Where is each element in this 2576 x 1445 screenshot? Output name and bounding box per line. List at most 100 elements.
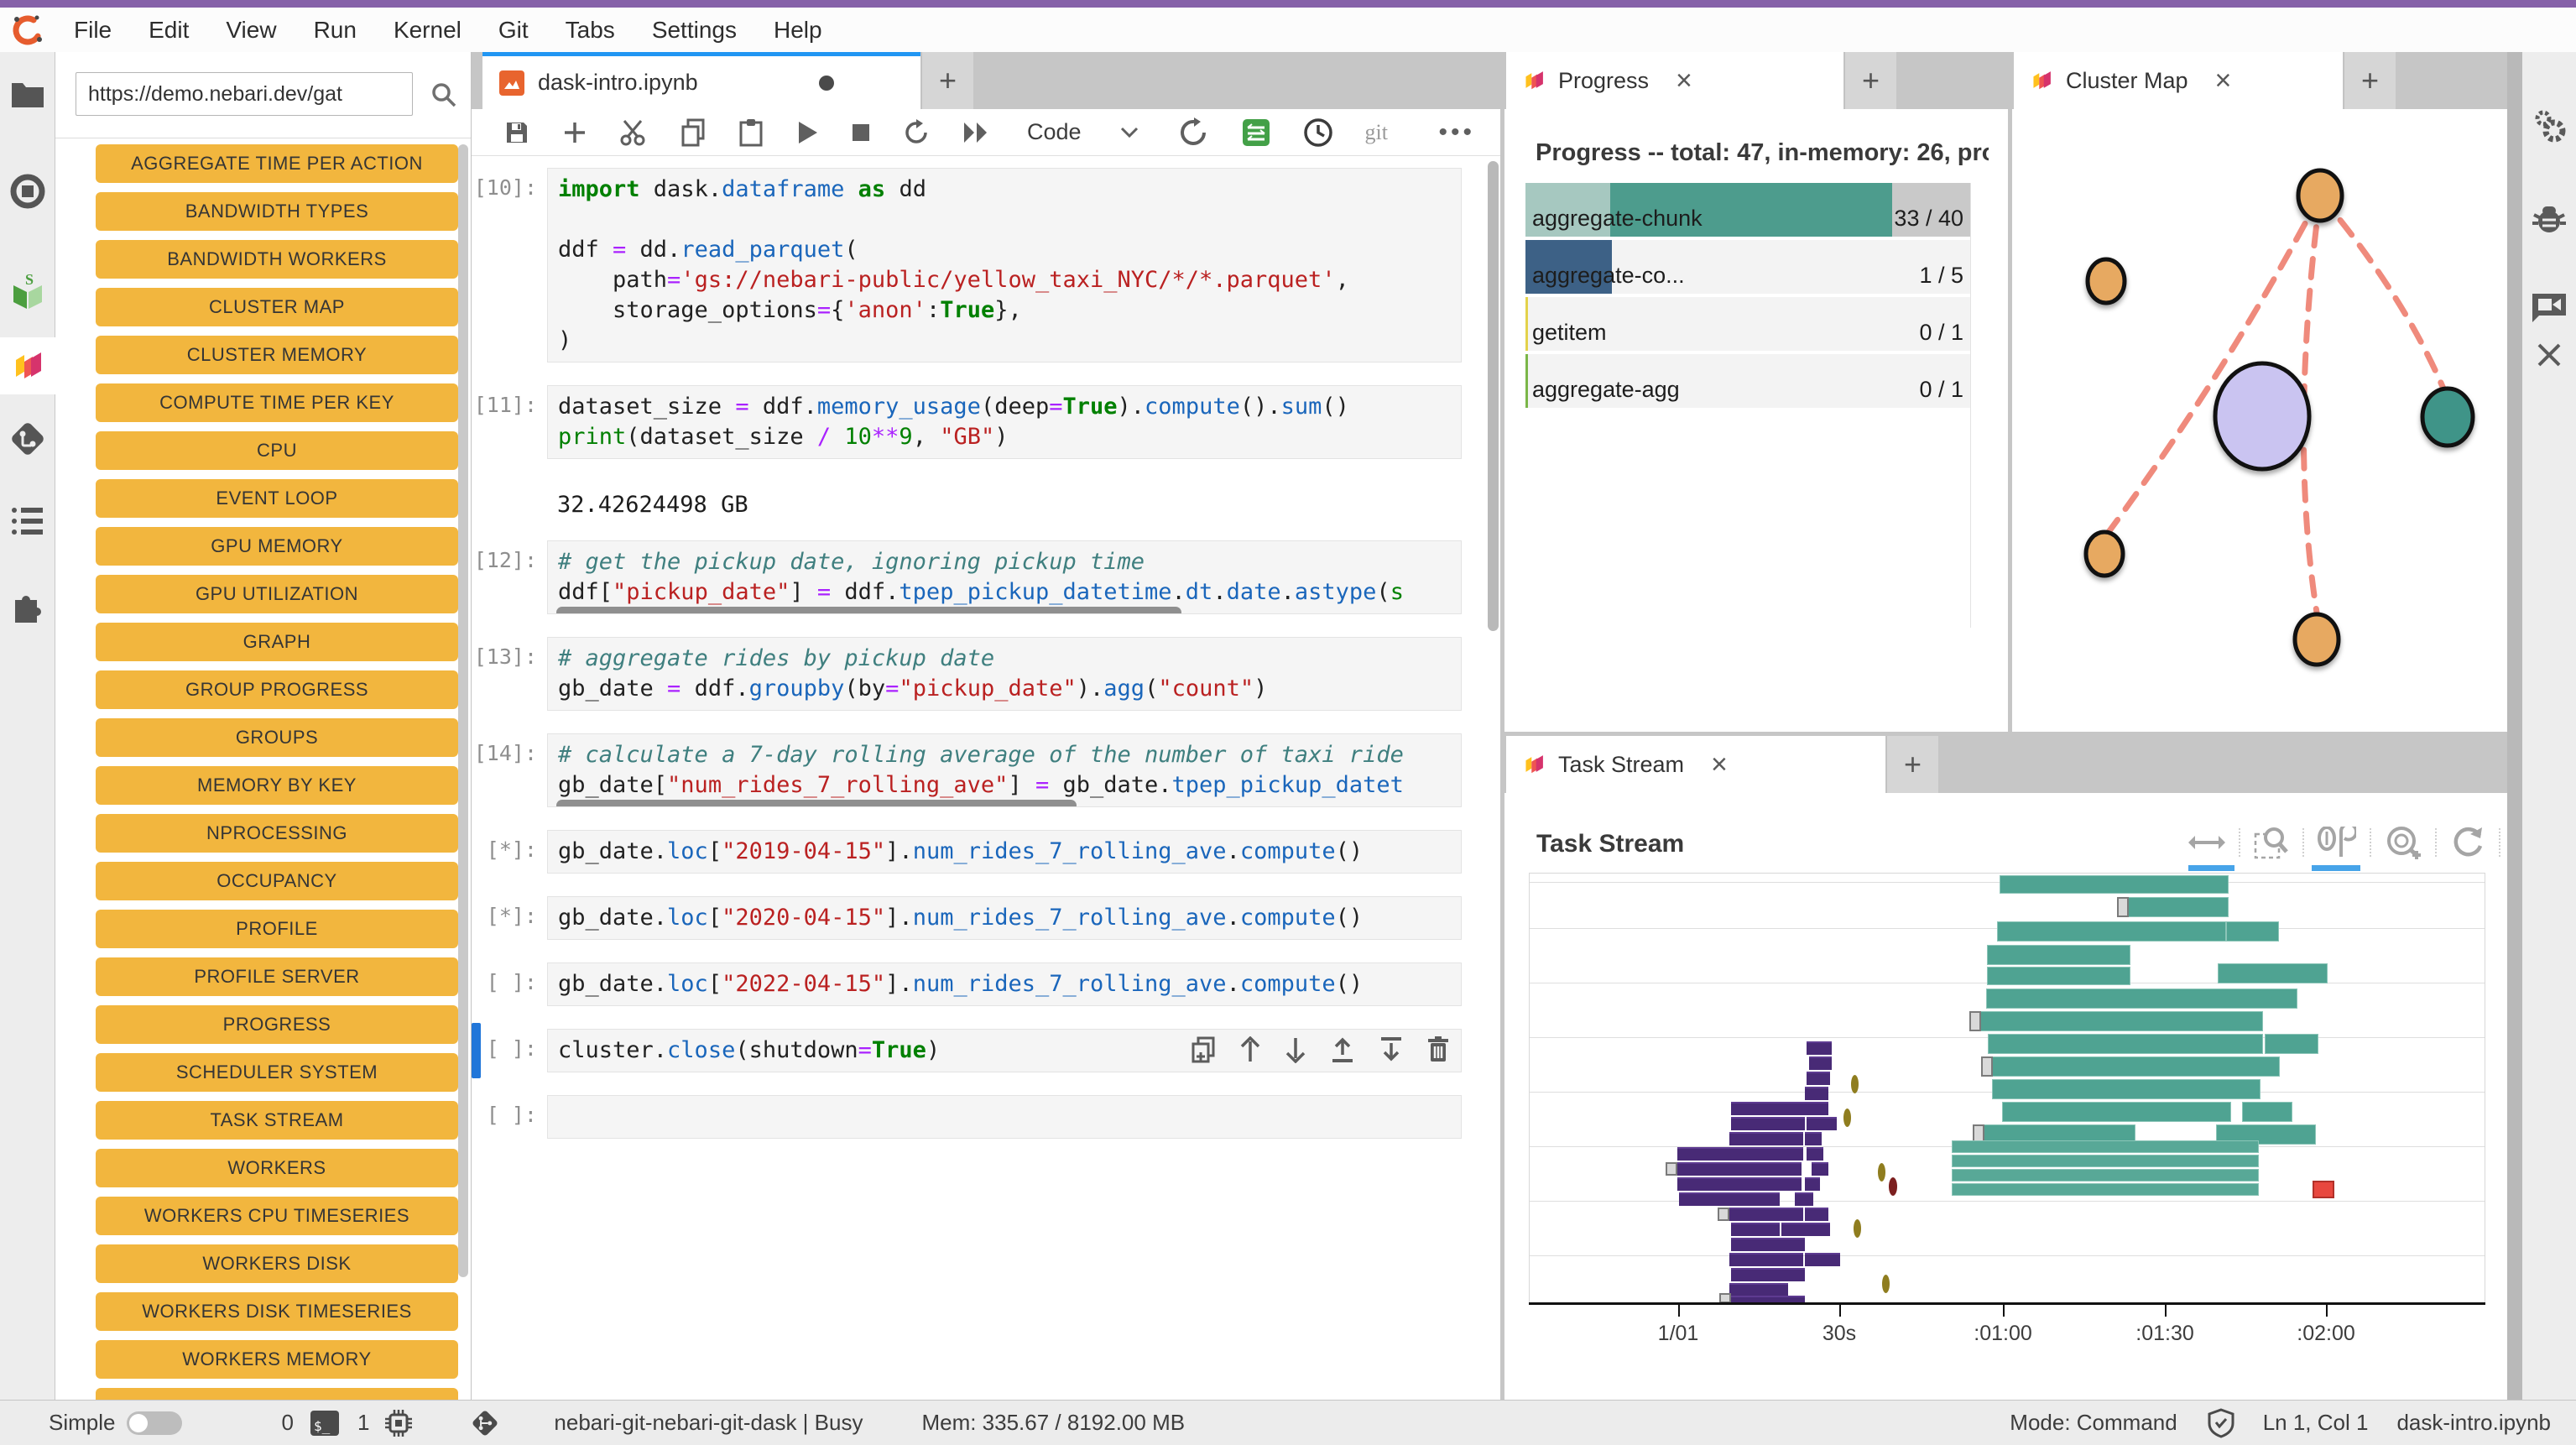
dask-btn-gpu-memory[interactable]: GPU MEMORY xyxy=(96,527,458,566)
menu-kernel[interactable]: Kernel xyxy=(375,8,480,52)
dask-btn-cluster-memory[interactable]: CLUSTER MEMORY xyxy=(96,336,458,374)
close-icon[interactable]: × xyxy=(1676,66,1692,95)
git-branch-icon[interactable] xyxy=(470,1408,500,1438)
dask-btn-occupancy[interactable]: OCCUPANCY xyxy=(96,862,458,900)
dask-btn-cpu[interactable]: CPU xyxy=(96,431,458,470)
menu-file[interactable]: File xyxy=(55,8,130,52)
close-icon[interactable] xyxy=(2522,327,2576,383)
cell-6[interactable]: [*]:gb_date.loc["2020-04-15"].num_rides_… xyxy=(473,896,1462,940)
new-tab-button[interactable]: + xyxy=(2344,52,2396,109)
dask-btn-workers-cpu-timeseries[interactable]: WORKERS CPU TIMESERIES xyxy=(96,1197,458,1235)
dask-btn-group-progress[interactable]: GROUP PROGRESS xyxy=(96,670,458,709)
history-clock-icon[interactable] xyxy=(1303,117,1333,148)
box-zoom-tool-icon[interactable] xyxy=(2254,826,2289,859)
dask-btn-cluster-map[interactable]: CLUSTER MAP xyxy=(96,288,458,326)
close-icon[interactable]: × xyxy=(1711,750,1728,779)
menu-help[interactable]: Help xyxy=(755,8,841,52)
cell-3[interactable]: [13]:# aggregate rides by pickup dategb_… xyxy=(473,637,1462,711)
cell-editor[interactable]: gb_date.loc["2020-04-15"].num_rides_7_ro… xyxy=(547,896,1462,940)
dask-btn-aggregate-time-per-action[interactable]: AGGREGATE TIME PER ACTION xyxy=(96,144,458,183)
sidebar-scrollbar[interactable] xyxy=(458,144,468,1277)
task-stream-plot[interactable] xyxy=(1529,873,2485,1302)
restart-kernel-icon[interactable] xyxy=(903,119,930,146)
dask-btn-compute-time-per-key[interactable]: COMPUTE TIME PER KEY xyxy=(96,383,458,422)
kernel-session-status[interactable]: nebari-git-nebari-git-dask | Busy xyxy=(554,1410,863,1436)
move-down-icon[interactable] xyxy=(1285,1036,1306,1063)
debugger-bug-icon[interactable] xyxy=(2522,190,2576,246)
cell-editor[interactable]: cluster.close(shutdown=True) xyxy=(547,1029,1462,1072)
dask-btn-workers-disk[interactable]: WORKERS DISK xyxy=(96,1244,458,1283)
dashboard-url-input[interactable] xyxy=(76,72,413,116)
toolbar-more-icon[interactable]: ••• xyxy=(1438,118,1475,147)
tab-task-stream[interactable]: Task Stream × xyxy=(1506,736,1885,793)
insert-below-icon[interactable] xyxy=(1379,1036,1404,1063)
property-inspector-icon[interactable] xyxy=(2522,98,2576,154)
running-sessions-icon[interactable] xyxy=(0,164,55,219)
cell-editor[interactable]: # get the pickup date, ignoring pickup t… xyxy=(547,540,1462,614)
copy-cells-icon[interactable] xyxy=(680,118,707,147)
wheel-zoom-tool-icon[interactable] xyxy=(2385,825,2422,860)
dask-btn-workers[interactable]: WORKERS xyxy=(96,1149,458,1187)
file-browser-icon[interactable] xyxy=(0,66,55,122)
dock-scrollbar-gutter[interactable] xyxy=(2507,52,2522,1400)
cluster-node-worker-right[interactable] xyxy=(2422,389,2473,446)
cluster-node-worker-bottom[interactable] xyxy=(2295,614,2339,665)
cluster-node-worker-top[interactable] xyxy=(2298,170,2342,221)
cut-cells-icon[interactable] xyxy=(619,118,648,147)
restart-run-all-icon[interactable] xyxy=(962,121,990,144)
dask-btn-workers-memory[interactable]: WORKERS MEMORY xyxy=(96,1340,458,1379)
menu-edit[interactable]: Edit xyxy=(130,8,207,52)
cell-horizontal-scrollbar[interactable] xyxy=(556,607,1181,614)
new-tab-button[interactable]: + xyxy=(1886,736,1938,793)
command-mode[interactable]: Mode: Command xyxy=(2010,1410,2177,1436)
dask-btn-memory-by-key[interactable]: MEMORY BY KEY xyxy=(96,766,458,805)
kernel-chip-icon[interactable] xyxy=(384,1409,413,1437)
table-of-contents-icon[interactable] xyxy=(0,493,55,549)
terminal-icon[interactable]: $_ xyxy=(310,1411,339,1436)
move-up-icon[interactable] xyxy=(1239,1036,1261,1063)
cell-editor[interactable]: gb_date.loc["2022-04-15"].num_rides_7_ro… xyxy=(547,962,1462,1006)
trust-shield-icon[interactable] xyxy=(2208,1408,2234,1438)
dask-btn-graph[interactable]: GRAPH xyxy=(96,623,458,661)
menu-view[interactable]: View xyxy=(207,8,295,52)
menu-run[interactable]: Run xyxy=(295,8,375,52)
cell-horizontal-scrollbar[interactable] xyxy=(556,800,1077,807)
cell-5[interactable]: [*]:gb_date.loc["2019-04-15"].num_rides_… xyxy=(473,830,1462,874)
cluster-node-scheduler[interactable] xyxy=(2215,363,2309,469)
run-cell-icon[interactable] xyxy=(795,120,819,145)
git-toolbar-label[interactable]: git xyxy=(1365,120,1388,145)
cell-type-select[interactable]: Code xyxy=(1027,119,1139,145)
cell-0[interactable]: [10]:import dask.dataframe as dd ddf = d… xyxy=(473,168,1462,363)
close-icon[interactable]: × xyxy=(2215,66,2232,95)
cluster-node-worker-left-1[interactable] xyxy=(2088,259,2125,303)
cell-editor[interactable]: gb_date.loc["2019-04-15"].num_rides_7_ro… xyxy=(547,830,1462,874)
pan-tool-icon[interactable] xyxy=(2188,832,2225,853)
menu-tabs[interactable]: Tabs xyxy=(547,8,634,52)
cell-2[interactable]: [12]:# get the pickup date, ignoring pic… xyxy=(473,540,1462,614)
cell-editor[interactable]: # calculate a 7-day rolling average of t… xyxy=(547,733,1462,807)
execute-time-toggle-icon[interactable] xyxy=(1241,117,1271,148)
cell-editor[interactable]: dataset_size = ddf.memory_usage(deep=Tru… xyxy=(547,385,1462,459)
menu-settings[interactable]: Settings xyxy=(634,8,755,52)
dask-btn-workers-memory-timeseries[interactable]: WORKERS MEMORY TIMESERIES xyxy=(96,1388,458,1400)
nebari-logo-icon[interactable] xyxy=(0,8,55,52)
dask-btn-nprocessing[interactable]: NPROCESSING xyxy=(96,814,458,853)
dask-btn-gpu-utilization[interactable]: GPU UTILIZATION xyxy=(96,575,458,613)
unsaved-indicator[interactable] xyxy=(819,76,834,91)
menu-git[interactable]: Git xyxy=(480,8,547,52)
dask-btn-bandwidth-workers[interactable]: BANDWIDTH WORKERS xyxy=(96,240,458,279)
tab-dask-intro[interactable]: dask-intro.ipynb xyxy=(482,52,920,109)
dask-btn-bandwidth-types[interactable]: BANDWIDTH TYPES xyxy=(96,192,458,231)
dask-btn-profile[interactable]: PROFILE xyxy=(96,910,458,948)
cell-editor[interactable]: # aggregate rides by pickup dategb_date … xyxy=(547,637,1462,711)
git-sidebar-icon[interactable] xyxy=(0,411,55,467)
cell-7[interactable]: [ ]:gb_date.loc["2022-04-15"].num_rides_… xyxy=(473,962,1462,1006)
dask-btn-event-loop[interactable]: EVENT LOOP xyxy=(96,479,458,518)
cell-9[interactable]: [ ]: xyxy=(473,1095,1462,1139)
reset-tool-icon[interactable] xyxy=(2450,826,2485,859)
cluster-node-worker-left-2[interactable] xyxy=(2086,532,2123,576)
kernel-refresh-icon[interactable] xyxy=(1179,117,1209,148)
extension-manager-icon[interactable] xyxy=(0,578,55,634)
cursor-position[interactable]: Ln 1, Col 1 xyxy=(2263,1410,2369,1436)
cell-4[interactable]: [14]:# calculate a 7-day rolling average… xyxy=(473,733,1462,807)
